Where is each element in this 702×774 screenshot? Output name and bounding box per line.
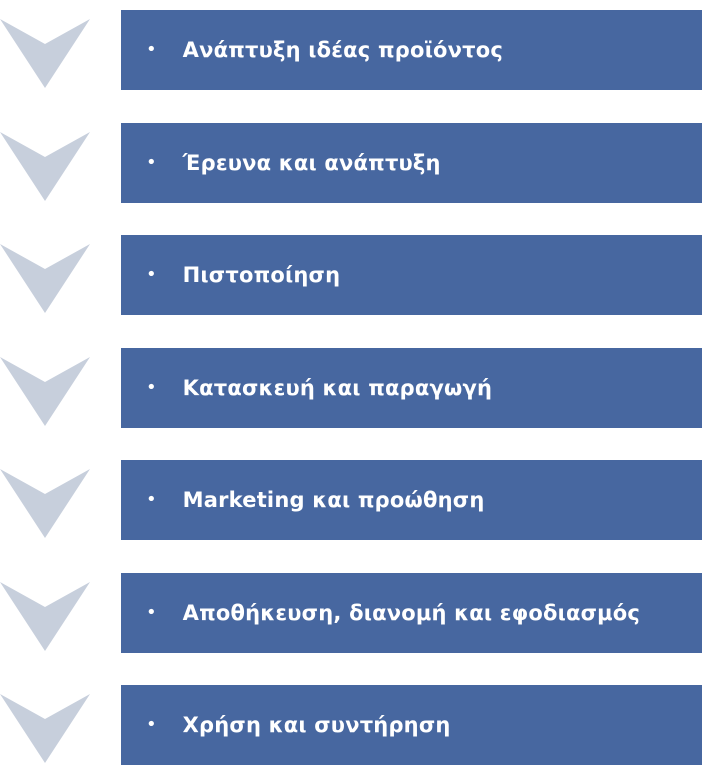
chevron-down-icon bbox=[0, 244, 90, 313]
process-step-label: Έρευνα και ανάπτυξη bbox=[182, 151, 441, 175]
process-step-5: • Marketing και προώθηση bbox=[121, 460, 702, 540]
bullet-icon: • bbox=[146, 602, 157, 623]
process-step-label: Αποθήκευση, διανομή και εφοδιασμός bbox=[182, 601, 641, 625]
process-step-label: Ανάπτυξη ιδέας προϊόντος bbox=[182, 38, 504, 62]
chevron-down-icon bbox=[0, 694, 90, 763]
process-step-label: Χρήση και συντήρηση bbox=[182, 713, 451, 737]
process-step-4: • Κατασκευή και παραγωγή bbox=[121, 348, 702, 428]
process-step-3: • Πιστοποίηση bbox=[121, 235, 702, 315]
chevron-down-icon bbox=[0, 19, 90, 88]
chevron-down-icon bbox=[0, 132, 90, 201]
bullet-icon: • bbox=[146, 39, 157, 60]
bullet-icon: • bbox=[146, 264, 157, 285]
process-step-label: Κατασκευή και παραγωγή bbox=[182, 376, 493, 400]
bullet-icon: • bbox=[146, 377, 157, 398]
process-step-7: • Χρήση και συντήρηση bbox=[121, 685, 702, 765]
chevron-down-icon bbox=[0, 357, 90, 426]
process-step-6: • Αποθήκευση, διανομή και εφοδιασμός bbox=[121, 573, 702, 653]
bullet-icon: • bbox=[146, 152, 157, 173]
chevron-down-icon bbox=[0, 582, 90, 651]
chevron-down-icon bbox=[0, 469, 90, 538]
process-step-label: Πιστοποίηση bbox=[182, 263, 341, 287]
process-step-2: • Έρευνα και ανάπτυξη bbox=[121, 123, 702, 203]
process-step-label: Marketing και προώθηση bbox=[182, 488, 485, 512]
bullet-icon: • bbox=[146, 489, 157, 510]
process-step-1: • Ανάπτυξη ιδέας προϊόντος bbox=[121, 10, 702, 90]
bullet-icon: • bbox=[146, 714, 157, 735]
